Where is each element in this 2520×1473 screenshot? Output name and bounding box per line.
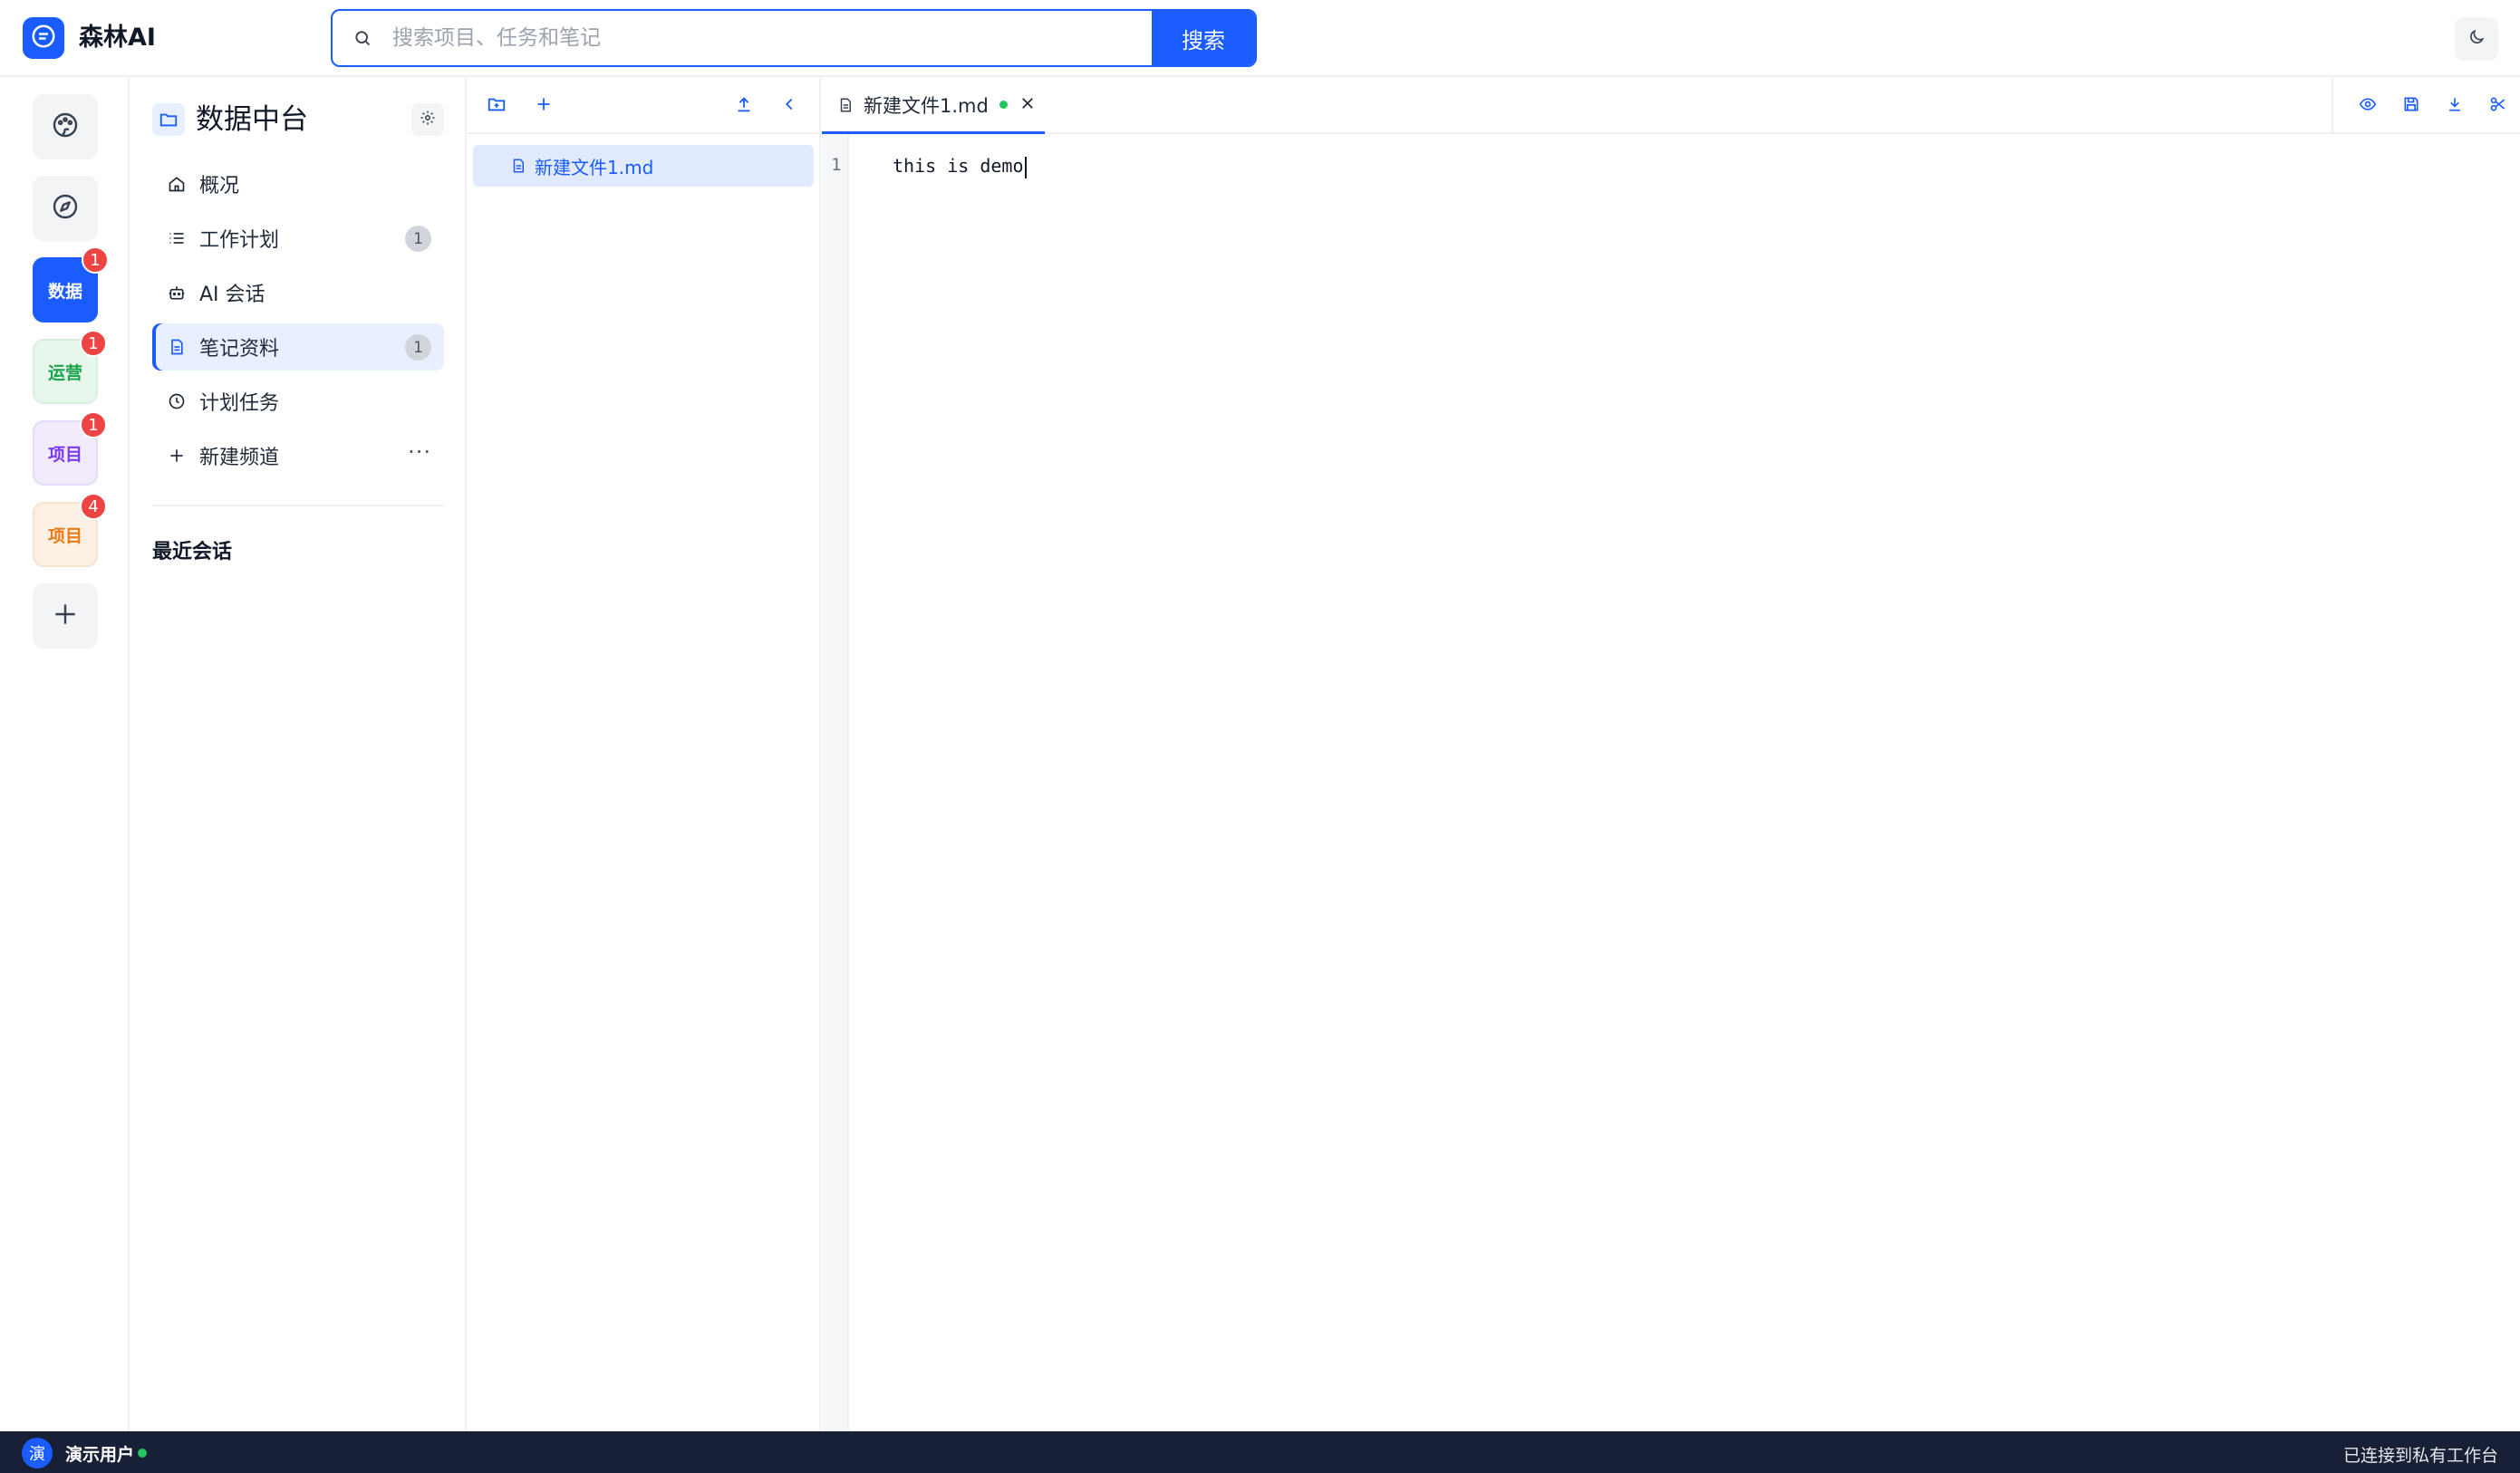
text-caret xyxy=(1024,156,1027,178)
line-number-gutter: 1 xyxy=(822,134,849,1431)
file-item[interactable]: 新建文件1.md xyxy=(473,145,814,187)
nav-item-work-plan[interactable]: 工作计划 1 xyxy=(152,215,444,262)
status-bar: 演 演示用户 已连接到私有工作台 xyxy=(0,1431,2520,1473)
code-line: this is demo xyxy=(893,155,1024,177)
rail-workspace-project-orange[interactable]: 项目 4 xyxy=(33,493,107,567)
plus-icon xyxy=(534,94,554,118)
nav-item-label: 工作计划 xyxy=(199,229,280,252)
nav-item-label: 计划任务 xyxy=(199,392,280,415)
notification-badge: 1 xyxy=(80,330,107,357)
editor-tab-bar: 新建文件1.md xyxy=(822,78,2520,134)
rail-workspace-label: 数据 xyxy=(47,281,82,302)
scissors-icon xyxy=(2489,95,2507,117)
nav-item-new-channel[interactable]: 新建频道 ··· xyxy=(152,432,444,479)
upload-icon xyxy=(734,94,754,118)
save-button[interactable] xyxy=(2399,93,2424,119)
moon-icon xyxy=(2467,28,2486,50)
search-input[interactable] xyxy=(392,11,1152,65)
rail-explore-button[interactable] xyxy=(33,176,98,241)
rail-workspace-ops[interactable]: 运营 1 xyxy=(33,330,107,404)
rail-workspace-data[interactable]: 数据 1 xyxy=(33,246,109,323)
close-icon xyxy=(1019,95,1036,115)
eye-icon xyxy=(2359,95,2377,117)
nav-item-overview[interactable]: 概况 xyxy=(152,160,444,207)
nav-divider xyxy=(152,505,444,506)
top-header: 森林AI 搜索 xyxy=(0,0,2520,77)
logo-chat-icon xyxy=(30,23,57,53)
code-editor[interactable]: this is demo xyxy=(893,155,1027,178)
download-button[interactable] xyxy=(2442,93,2467,119)
unsaved-dot xyxy=(999,101,1008,109)
file-icon xyxy=(509,157,527,175)
user-name: 演示用户 xyxy=(65,1445,135,1465)
nav-item-label: 新建频道 xyxy=(199,447,280,469)
recent-chats-heading: 最近会话 xyxy=(152,541,233,563)
close-tab-button[interactable] xyxy=(1019,96,1037,114)
search-bar: 搜索 xyxy=(331,9,1257,67)
nav-item-scheduled-tasks[interactable]: 计划任务 xyxy=(152,378,444,425)
notification-badge: 1 xyxy=(80,411,107,438)
theme-toggle-button[interactable] xyxy=(2455,17,2498,61)
workspace-rail: 数据 1 运营 1 项目 1 项目 4 xyxy=(0,78,130,1431)
count-badge: 1 xyxy=(405,226,431,252)
count-badge: 1 xyxy=(405,334,431,361)
file-explorer: 新建文件1.md xyxy=(468,78,821,1431)
nav-item-ai-chat[interactable]: AI 会话 xyxy=(152,269,444,316)
clock-icon xyxy=(167,391,187,411)
line-number: 1 xyxy=(831,155,842,175)
robot-icon xyxy=(167,283,187,303)
rail-workspace-label: 运营 xyxy=(47,362,82,383)
search-button[interactable]: 搜索 xyxy=(1152,11,1255,65)
plus-icon xyxy=(51,600,80,633)
notification-badge: 4 xyxy=(80,493,107,520)
plus-icon xyxy=(167,446,187,466)
folder-plus-icon xyxy=(487,94,507,118)
nav-item-notes[interactable]: 笔记资料 1 xyxy=(152,323,444,371)
gear-icon xyxy=(420,110,436,130)
rail-workspace-label: 项目 xyxy=(47,444,82,465)
editor-area: 新建文件1.md 1 this is demo xyxy=(822,78,2520,1431)
new-file-button[interactable] xyxy=(529,91,558,120)
home-icon xyxy=(167,174,187,194)
chevron-left-icon xyxy=(779,94,799,118)
list-icon xyxy=(167,228,187,248)
collapse-panel-button[interactable] xyxy=(775,91,804,120)
connection-status: 已连接到私有工作台 xyxy=(2342,1446,2498,1466)
rail-dashboard-button[interactable] xyxy=(33,94,98,159)
brand-name: 森林AI xyxy=(79,24,156,52)
compass-icon xyxy=(51,192,80,226)
online-status-dot xyxy=(138,1449,147,1458)
workspace-nav: 数据中台 概况 工作计划 1 AI 会话 笔记资料 1 计划任务 新建频道 ··… xyxy=(130,78,467,1431)
app-logo[interactable] xyxy=(23,17,64,59)
save-icon xyxy=(2402,95,2420,117)
editor-tab[interactable]: 新建文件1.md xyxy=(822,78,1045,134)
search-icon xyxy=(333,11,392,65)
file-icon xyxy=(836,96,854,114)
workspace-header: 数据中台 xyxy=(152,100,444,141)
folder-icon xyxy=(152,103,185,136)
new-folder-button[interactable] xyxy=(482,91,511,120)
tab-label: 新建文件1.md xyxy=(864,94,989,117)
file-name: 新建文件1.md xyxy=(535,156,654,178)
more-options-button[interactable]: ··· xyxy=(408,439,431,465)
nav-item-label: 笔记资料 xyxy=(199,338,280,361)
file-toolbar xyxy=(468,78,821,134)
upload-button[interactable] xyxy=(729,91,758,120)
rail-workspace-label: 项目 xyxy=(47,525,82,546)
preview-button[interactable] xyxy=(2355,93,2380,119)
workspace-title: 数据中台 xyxy=(196,103,308,136)
nav-item-label: 概况 xyxy=(199,175,240,197)
palette-icon xyxy=(51,111,80,144)
rail-workspace-project-purple[interactable]: 项目 1 xyxy=(33,411,107,486)
rail-add-workspace-button[interactable] xyxy=(33,583,98,649)
avatar[interactable]: 演 xyxy=(22,1438,53,1468)
cut-button[interactable] xyxy=(2486,93,2511,119)
workspace-settings-button[interactable] xyxy=(411,103,444,136)
editor-toolbar xyxy=(2332,78,2520,134)
notification-badge: 1 xyxy=(82,246,109,274)
nav-item-label: AI 会话 xyxy=(199,284,266,306)
note-icon xyxy=(167,337,187,357)
download-icon xyxy=(2446,95,2464,117)
